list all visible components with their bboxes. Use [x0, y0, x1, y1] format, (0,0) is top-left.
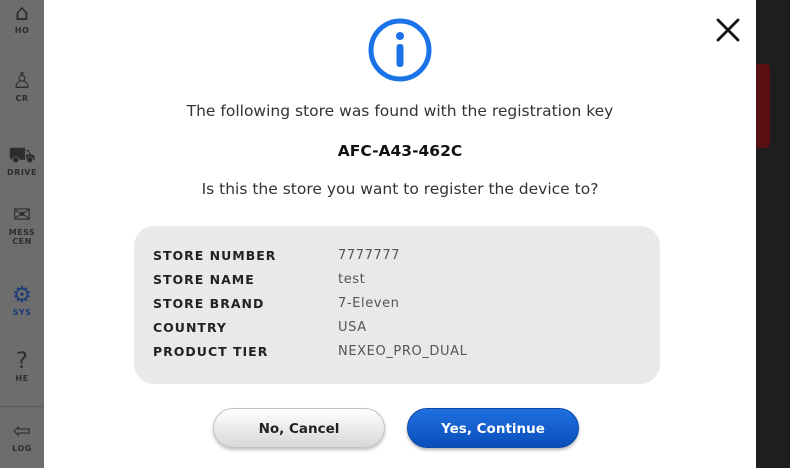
- detail-value: 7-Eleven: [338, 296, 400, 311]
- detail-row-product-tier: PRODUCT TIER NEXEO_PRO_DUAL: [153, 344, 467, 366]
- store-details-card: STORE NUMBER 7777777 STORE NAME test STO…: [134, 226, 660, 384]
- confirmation-question: Is this the store you want to register t…: [201, 180, 599, 198]
- gear-icon: ⚙: [12, 283, 32, 308]
- sidebar-item-label: DRIVE: [7, 168, 37, 177]
- sidebar-item-label: SYS: [12, 308, 32, 317]
- logout-icon: ⇦: [12, 419, 32, 444]
- info-icon: [366, 16, 434, 84]
- continue-button[interactable]: Yes, Continue: [407, 408, 579, 448]
- close-icon: [716, 18, 740, 42]
- sidebar-item-label: HO: [14, 26, 30, 35]
- sidebar-item-home: ⌂ HO: [0, 1, 44, 36]
- store-confirmation-dialog: The following store was found with the r…: [44, 0, 756, 468]
- detail-row-store-name: STORE NAME test: [153, 272, 365, 294]
- detail-label: COUNTRY: [153, 320, 227, 335]
- registration-key: AFC-A43-462C: [337, 142, 463, 160]
- close-button[interactable]: [712, 14, 744, 46]
- background-alert-block: [756, 64, 770, 148]
- detail-value: test: [338, 272, 366, 287]
- sidebar-item-message-center: ✉ MESS CEN: [0, 203, 44, 247]
- detail-label: STORE NUMBER: [153, 248, 277, 263]
- help-icon: ?: [16, 349, 28, 374]
- detail-row-store-brand: STORE BRAND 7-Eleven: [153, 296, 400, 318]
- detail-label: STORE NAME: [153, 272, 255, 287]
- detail-label: PRODUCT TIER: [153, 344, 269, 359]
- sidebar-item-system: ⚙ SYS: [0, 283, 44, 318]
- sidebar-item-label: LOG: [12, 444, 32, 453]
- detail-value: NEXEO_PRO_DUAL: [338, 344, 468, 359]
- sidebar-divider: [0, 406, 44, 407]
- sidebar-item-logout: ⇦ LOG: [0, 419, 44, 454]
- sidebar-item-label: CR: [15, 94, 29, 103]
- detail-row-country: COUNTRY USA: [153, 320, 367, 342]
- detail-label: STORE BRAND: [153, 296, 265, 311]
- sidebar-item-label: HE: [15, 374, 29, 383]
- sidebar: ⌂ HO ♙ CR ⛟ DRIVE ✉ MESS CEN ⚙ SYS ? HE …: [0, 0, 44, 468]
- detail-value: 7777777: [338, 248, 401, 263]
- registration-message: The following store was found with the r…: [186, 102, 614, 120]
- sidebar-item-drive: ⛟ DRIVE: [0, 143, 44, 178]
- cancel-button[interactable]: No, Cancel: [213, 408, 385, 448]
- detail-row-store-number: STORE NUMBER 7777777: [153, 248, 400, 270]
- sidebar-item-label: MESS CEN: [8, 228, 36, 246]
- user-icon: ♙: [12, 69, 32, 94]
- detail-value: USA: [338, 320, 367, 335]
- message-center-icon: ✉: [12, 203, 32, 228]
- sidebar-item-crew: ♙ CR: [0, 69, 44, 104]
- sidebar-item-help: ? HE: [0, 349, 44, 384]
- car-icon: ⛟: [8, 143, 36, 168]
- home-icon: ⌂: [15, 1, 29, 26]
